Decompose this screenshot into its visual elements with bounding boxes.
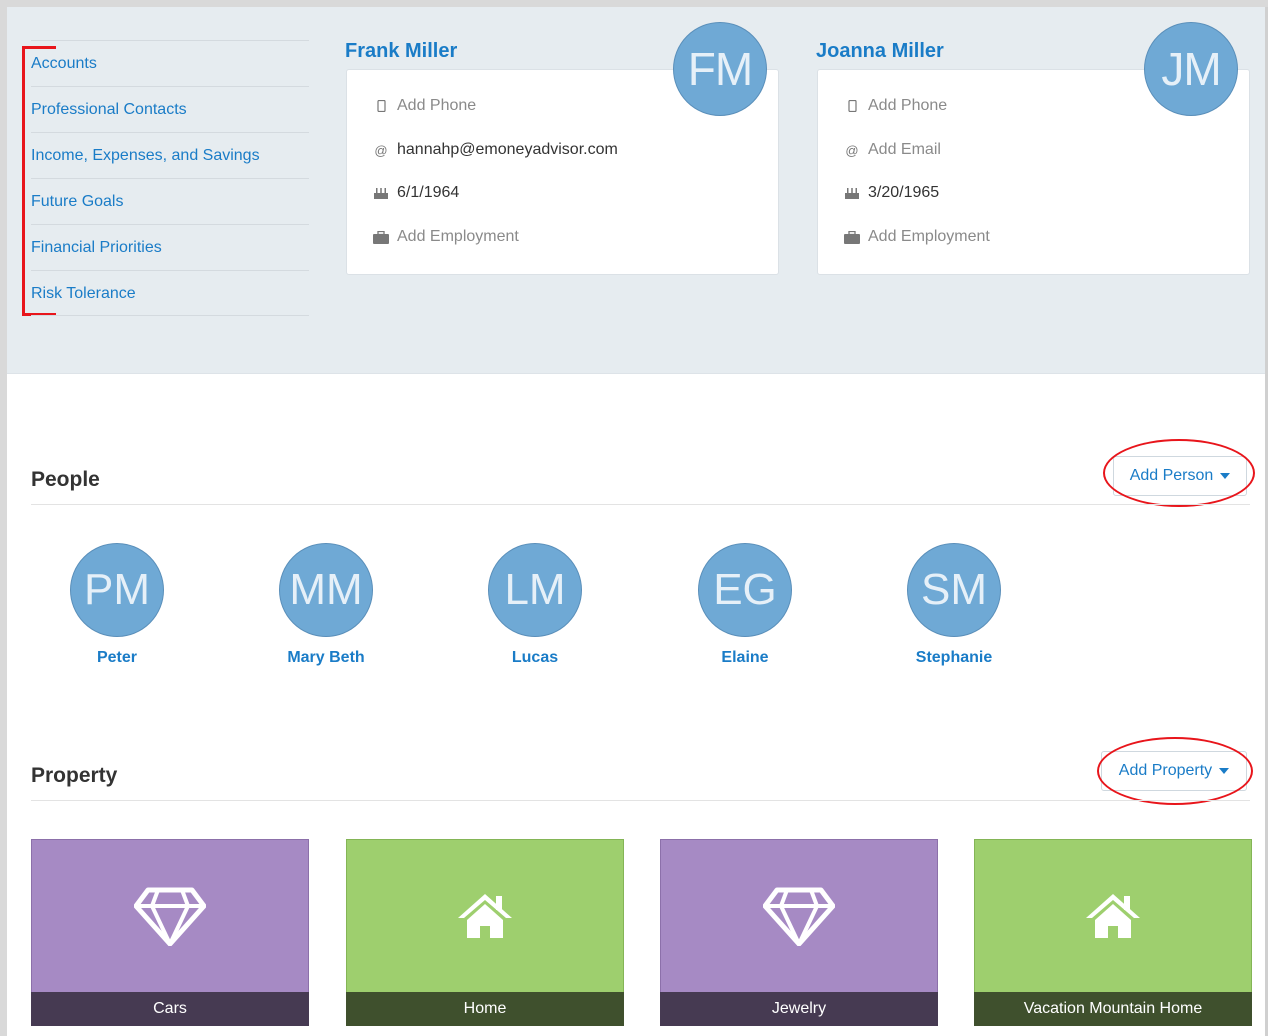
add-person-label: Add Person [1129,467,1214,484]
person-name[interactable]: Elaine [680,649,810,667]
section-divider [31,800,1250,801]
tile-label: Jewelry [660,992,938,1026]
avatar[interactable]: SM [907,543,1001,637]
person-name[interactable]: Lucas [470,649,600,667]
diamond-icon [134,887,206,946]
birthdate-value: 3/20/1965 [868,184,940,201]
avatar[interactable]: FM [673,22,767,116]
tile-label: Cars [31,992,309,1026]
diamond-icon [763,887,835,946]
tile-label: Home [346,992,624,1026]
client-overview-panel: Accounts Professional Contacts Income, E… [7,7,1265,374]
avatar[interactable]: JM [1144,22,1238,116]
add-property-label: Add Property [1118,762,1213,779]
employment-value: Add Employment [868,228,990,245]
property-tile-jewelry[interactable]: Jewelry [660,839,938,1026]
avatar[interactable]: LM [488,543,582,637]
email-row[interactable]: @ Add Email [844,141,941,159]
person-name[interactable]: Mary Beth [261,649,391,667]
person-item[interactable]: LM Lucas [470,543,600,667]
tile-label: Vacation Mountain Home [974,992,1252,1026]
email-value: Add Email [868,141,941,158]
sidebar-item-professional-contacts[interactable]: Professional Contacts [31,86,309,132]
phone-value: Add Phone [868,97,948,114]
person-item[interactable]: EG Elaine [680,543,810,667]
section-divider [31,504,1250,505]
avatar[interactable]: PM [70,543,164,637]
birthday-cake-icon [844,186,860,200]
page-frame: Accounts Professional Contacts Income, E… [7,7,1268,1036]
avatar[interactable]: MM [279,543,373,637]
sidebar-item-accounts[interactable]: Accounts [31,40,309,86]
sidebar-item-future-goals[interactable]: Future Goals [31,178,309,224]
phone-value: Add Phone [397,97,477,114]
sidebar-nav: Accounts Professional Contacts Income, E… [31,40,309,316]
employment-value: Add Employment [397,228,519,245]
employment-row[interactable]: Add Employment [373,228,519,246]
add-person-button[interactable]: Add Person [1113,456,1247,496]
add-property-button[interactable]: Add Property [1101,751,1247,791]
email-row[interactable]: @ hannahp@emoneyadvisor.com [373,141,618,159]
email-value: hannahp@emoneyadvisor.com [397,141,618,158]
birthdate-row[interactable]: 6/1/1964 [373,184,459,202]
tile-body [31,839,309,992]
birthdate-row[interactable]: 3/20/1965 [844,184,939,202]
person-item[interactable]: SM Stephanie [889,543,1019,667]
sidebar-item-income-expenses-savings[interactable]: Income, Expenses, and Savings [31,132,309,178]
briefcase-icon [373,230,389,244]
phone-icon [373,100,389,112]
sidebar-item-risk-tolerance[interactable]: Risk Tolerance [31,270,309,316]
phone-row[interactable]: Add Phone [844,97,947,115]
sidebar-item-financial-priorities[interactable]: Financial Priorities [31,224,309,270]
client-name[interactable]: Joanna Miller [816,40,944,63]
phone-row[interactable]: Add Phone [373,97,476,115]
at-icon: @ [845,142,859,158]
chevron-down-icon [1219,768,1230,774]
property-tile-home[interactable]: Home [346,839,624,1026]
tile-body [346,839,624,992]
briefcase-icon [844,230,860,244]
property-section-title: Property [31,764,118,787]
client-name[interactable]: Frank Miller [345,40,457,63]
at-icon: @ [374,142,388,158]
tile-body [660,839,938,992]
birthday-cake-icon [373,186,389,200]
person-name[interactable]: Peter [52,649,182,667]
employment-row[interactable]: Add Employment [844,228,990,246]
property-tile-cars[interactable]: Cars [31,839,309,1026]
person-name[interactable]: Stephanie [889,649,1019,667]
chevron-down-icon [1220,473,1231,479]
birthdate-value: 6/1/1964 [397,184,460,201]
property-tile-vacation-mountain-home[interactable]: Vacation Mountain Home [974,839,1252,1026]
tile-body [974,839,1252,992]
people-section-title: People [31,468,100,491]
person-item[interactable]: MM Mary Beth [261,543,391,667]
person-item[interactable]: PM Peter [52,543,182,667]
house-icon [1086,894,1140,938]
avatar[interactable]: EG [698,543,792,637]
phone-icon [844,100,860,112]
house-icon [458,894,512,938]
